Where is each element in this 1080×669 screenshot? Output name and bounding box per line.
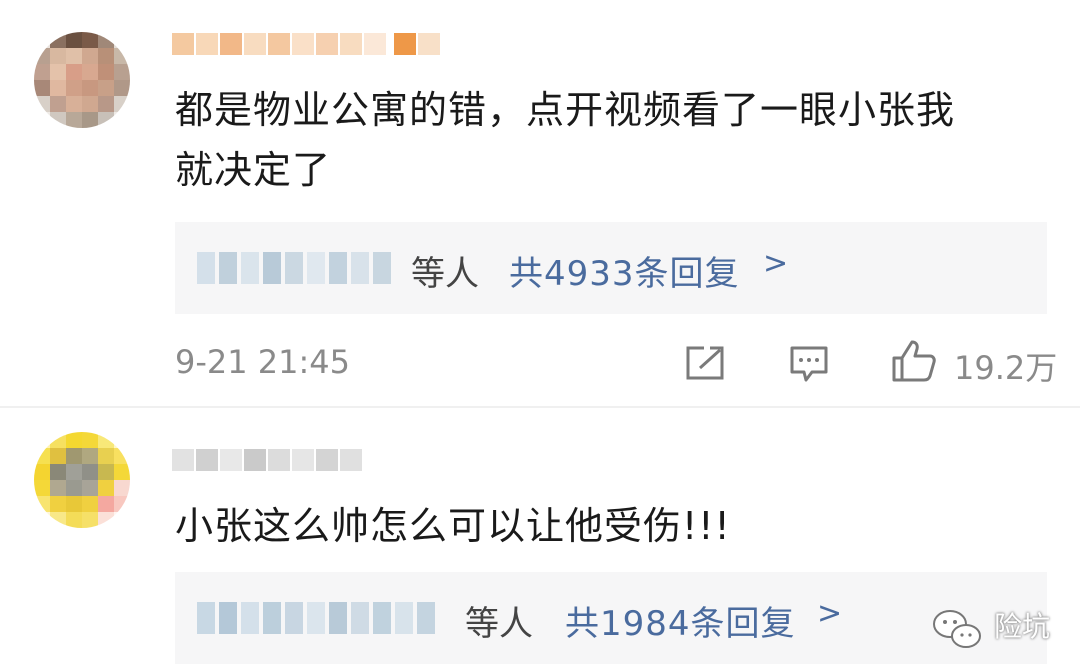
- avatar[interactable]: [34, 32, 130, 128]
- reply-usernames: [197, 252, 395, 284]
- avatar[interactable]: [34, 432, 130, 528]
- comment-icon[interactable]: [788, 344, 830, 384]
- reply-others-label: 等人: [465, 604, 533, 644]
- reply-count-link[interactable]: 共1984条回复: [565, 596, 796, 645]
- reply-usernames: [197, 602, 439, 634]
- username[interactable]: [172, 442, 364, 478]
- comment-text: 小张这么帅怎么可以让他受伤!!!: [175, 504, 731, 548]
- timestamp: 9-21 21:45: [175, 343, 351, 381]
- comment-item: 小张这么帅怎么可以让他受伤!!! 等人 共1984条回复 >: [0, 410, 1080, 669]
- divider: [0, 406, 1080, 408]
- like-count: 19.2万: [954, 349, 1058, 387]
- chevron-right-icon: >: [817, 596, 843, 631]
- reply-preview[interactable]: 等人 共4933条回复 >: [175, 222, 1047, 314]
- thumbs-up-icon[interactable]: [890, 338, 938, 384]
- watermark-text: 险坑: [994, 610, 1051, 643]
- comment-text: 都是物业公寓的错，点开视频看了一眼小张我 就决定了: [175, 88, 956, 192]
- wechat-icon: [933, 610, 981, 648]
- username[interactable]: [172, 26, 442, 62]
- reply-count-link[interactable]: 共4933条回复: [509, 246, 740, 295]
- reply-preview[interactable]: 等人 共1984条回复 >: [175, 572, 1047, 664]
- reply-others-label: 等人: [411, 254, 479, 294]
- comment-item: 都是物业公寓的错，点开视频看了一眼小张我 就决定了 等人 共4933条回复 > …: [0, 0, 1080, 408]
- chevron-right-icon: >: [763, 246, 789, 281]
- share-icon[interactable]: [684, 344, 726, 382]
